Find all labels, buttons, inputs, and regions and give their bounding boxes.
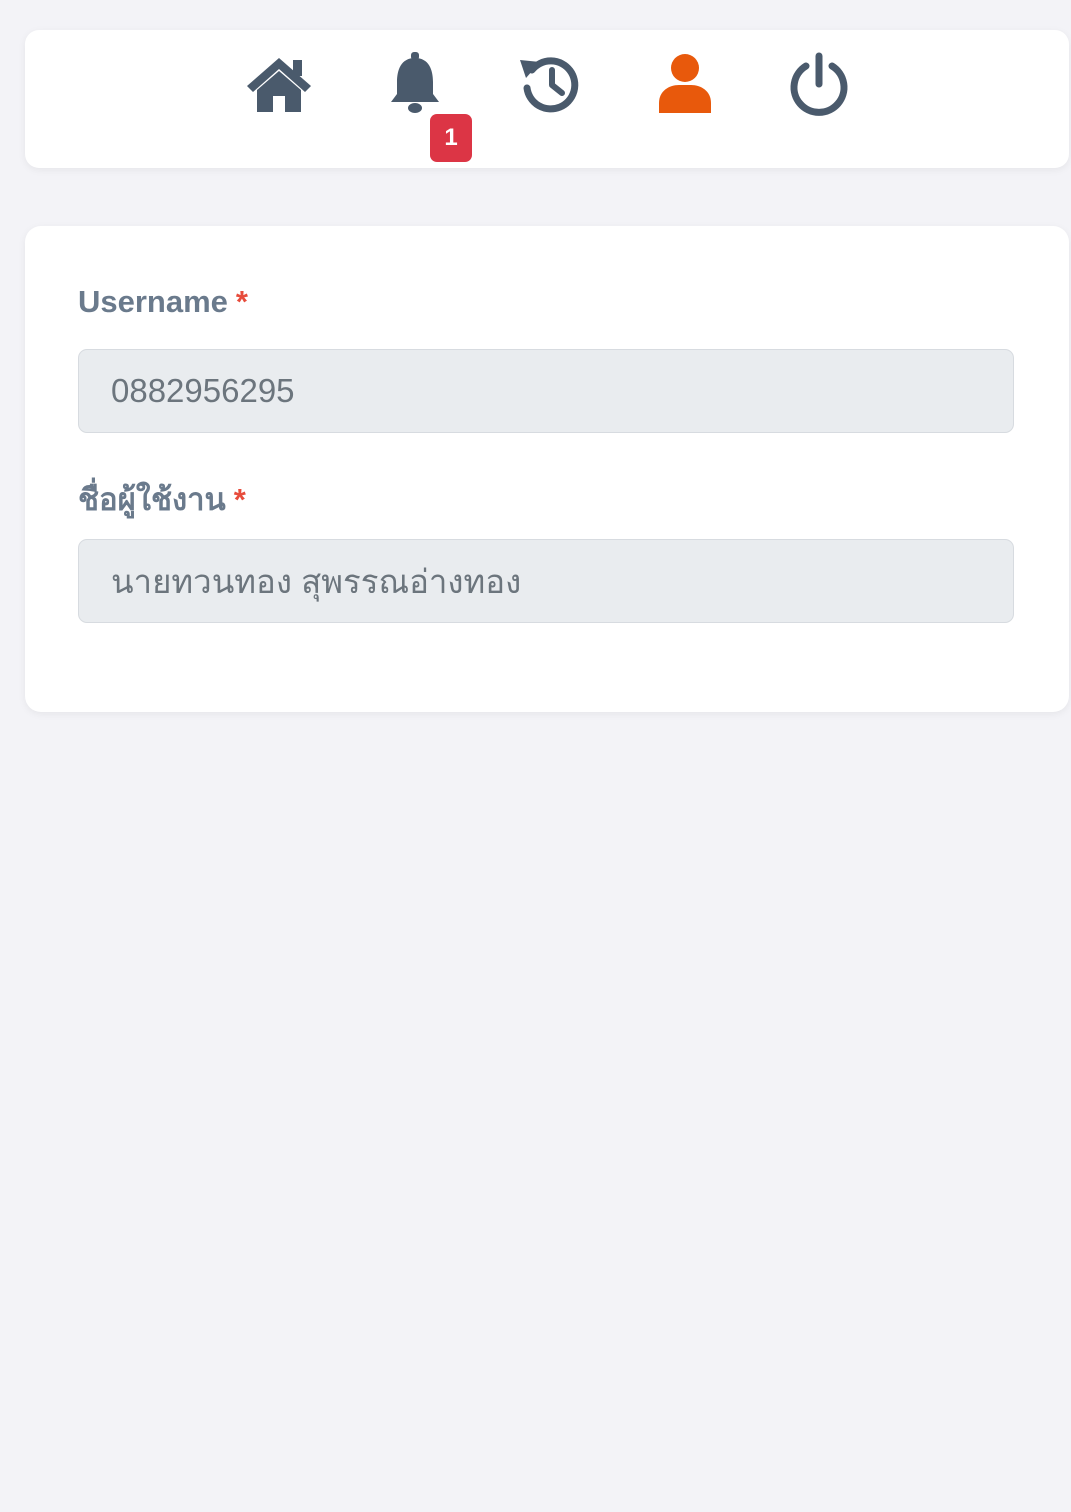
home-icon [245,54,313,114]
username-label-text: Username [78,284,228,319]
history-icon [518,52,582,116]
user-icon [657,53,713,115]
nav-notifications[interactable] [375,44,455,124]
username-label: Username * [78,284,248,320]
nav-home[interactable] [239,44,319,124]
display-name-label-text: ชื่อผู้ใช้งาน [78,482,226,517]
top-nav-bar: 1 [25,30,1069,168]
nav-history[interactable] [510,44,590,124]
profile-form-card: Username* ชื่อผู้ใช้งาน* [25,226,1069,712]
notification-badge: 1 [430,114,472,162]
power-icon [788,52,850,116]
display-name-label: ชื่อผู้ใช้งาน * [78,474,246,524]
nav-profile[interactable] [645,44,725,124]
required-mark: * [233,482,246,517]
nav-logout[interactable] [779,44,859,124]
required-mark: * [235,284,248,319]
username-input[interactable] [78,349,1014,433]
display-name-input[interactable] [78,539,1014,623]
bell-icon [389,52,441,116]
